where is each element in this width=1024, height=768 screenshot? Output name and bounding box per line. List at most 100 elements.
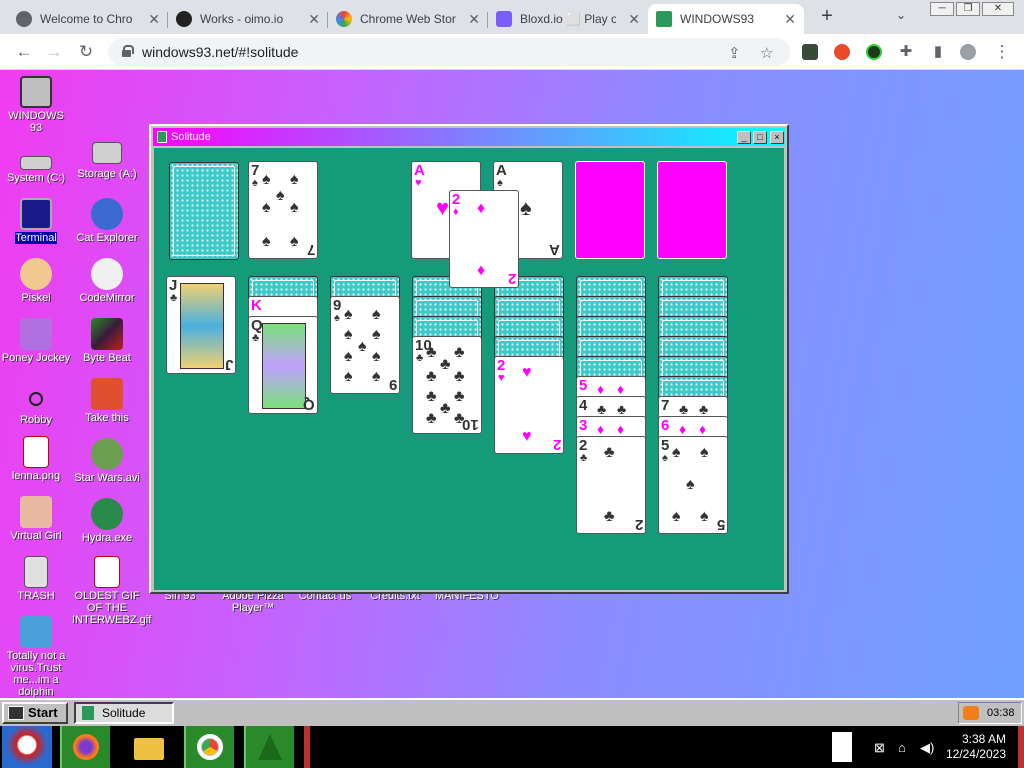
card-rank: 7 bbox=[251, 162, 260, 179]
window-maximize-button[interactable]: □ bbox=[753, 131, 767, 144]
extension-tomato-icon[interactable] bbox=[834, 44, 850, 60]
tab-bloxd[interactable]: Bloxd.io ⬜ Play on ✕ bbox=[488, 4, 648, 34]
tab-webstore[interactable]: Chrome Web Stor ✕ bbox=[328, 4, 488, 34]
new-tab-button[interactable]: + bbox=[816, 6, 838, 28]
desktop-icon-take-this[interactable]: Take this bbox=[72, 378, 142, 424]
spade-pip-icon: ♠ bbox=[686, 476, 695, 493]
back-icon[interactable]: ← bbox=[14, 42, 34, 62]
card-rank-bottom: Q bbox=[303, 396, 315, 413]
tab-oimo[interactable]: Works - oimo.io ✕ bbox=[168, 4, 328, 34]
desktop-icon-label: Poney Jockey bbox=[1, 352, 71, 364]
foundation-empty-slot[interactable] bbox=[657, 161, 727, 259]
tab-welcome[interactable]: Welcome to Chro ✕ bbox=[8, 4, 168, 34]
desktop-icon-hydra[interactable]: Hydra.exe bbox=[72, 498, 142, 544]
window-title-bar[interactable]: Solitude _ □ × bbox=[153, 128, 785, 146]
tab-close-icon[interactable]: ✕ bbox=[308, 11, 320, 28]
firefox-taskbar-icon[interactable] bbox=[60, 726, 110, 768]
card-suit: ♠ bbox=[252, 177, 258, 189]
tableau-card[interactable]: 5 ♠ ♠ ♠ ♠ ♠ ♠ 5 bbox=[658, 436, 728, 534]
tab-search-chevron-icon[interactable]: ⌄ bbox=[896, 8, 906, 22]
desktop-icon-star-wars[interactable]: Star Wars.avi bbox=[72, 438, 142, 484]
rss-icon[interactable] bbox=[963, 706, 979, 720]
share-icon[interactable]: ⇪ bbox=[728, 44, 741, 62]
tableau-card[interactable]: 2 ♥ ♥ ♥ 2 bbox=[494, 356, 564, 454]
restore-browser-button[interactable]: ❐ bbox=[956, 2, 980, 16]
desktop-icon-cat-explorer[interactable]: Cat Explorer bbox=[72, 198, 142, 244]
window-minimize-button[interactable]: _ bbox=[737, 131, 751, 144]
chrome-icon bbox=[197, 734, 223, 760]
unicorn-icon bbox=[91, 258, 123, 290]
url-text[interactable]: windows93.net/#!solitude bbox=[142, 44, 298, 60]
card-rank-bottom: J bbox=[224, 356, 233, 373]
extensions-puzzle-icon[interactable]: ✚ bbox=[896, 42, 916, 62]
side-panel-icon[interactable]: ▮ bbox=[928, 42, 948, 62]
tableau-card[interactable]: J ♣ J bbox=[166, 276, 236, 374]
desktop-icon-virtual-girl[interactable]: Virtual Girl bbox=[1, 496, 71, 542]
foundation-empty-slot[interactable] bbox=[575, 161, 645, 259]
minimize-browser-button[interactable]: ─ bbox=[930, 2, 954, 16]
club-pip-icon: ♣ bbox=[440, 356, 451, 373]
bookmark-star-icon[interactable]: ☆ bbox=[760, 44, 773, 62]
tableau-card[interactable]: 9 ♠ ♠ ♠ ♠ ♠ ♠ ♠ ♠ ♠ ♠ 9 bbox=[330, 296, 400, 394]
address-bar[interactable]: windows93.net/#!solitude ⇪ ☆ bbox=[108, 38, 790, 66]
window-close-button[interactable]: × bbox=[770, 131, 784, 144]
tab-close-icon[interactable]: ✕ bbox=[468, 11, 480, 28]
desktop-icon-lenna[interactable]: lenna.png bbox=[1, 436, 71, 482]
dragged-card[interactable]: 2 ♦ ♦ ♦ 2 bbox=[449, 190, 519, 288]
reload-icon[interactable]: ↻ bbox=[76, 42, 96, 62]
extension-alien-icon[interactable] bbox=[866, 44, 882, 60]
desktop-icon-byte-beat[interactable]: Byte Beat bbox=[72, 318, 142, 364]
desktop-icon-codemirror[interactable]: CodeMirror bbox=[72, 258, 142, 304]
profile-avatar-icon[interactable] bbox=[960, 44, 976, 60]
close-browser-button[interactable]: ✕ bbox=[982, 2, 1014, 16]
card-rank-bottom: 5 bbox=[716, 516, 725, 533]
tree-app-taskbar-icon[interactable] bbox=[244, 726, 294, 768]
card-rank-bottom: A bbox=[549, 241, 560, 258]
spade-pip-icon: ♠ bbox=[372, 368, 381, 385]
tab-close-icon[interactable]: ✕ bbox=[784, 11, 796, 28]
chrome-taskbar-icon[interactable] bbox=[184, 726, 234, 768]
tab-windows93[interactable]: WINDOWS93 ✕ bbox=[648, 4, 804, 34]
santa-app-icon[interactable] bbox=[2, 726, 52, 768]
waste-card[interactable]: 7 ♠ ♠ ♠ ♠ ♠ ♠ ♠ ♠ 7 bbox=[248, 161, 318, 259]
file-explorer-taskbar-icon[interactable] bbox=[124, 726, 174, 768]
desktop-icon-dolphin[interactable]: Totally not a virus.Trust me...im a dolp… bbox=[1, 616, 71, 698]
volume-icon[interactable]: ◀) bbox=[920, 740, 934, 756]
desktop-icon-trash[interactable]: TRASH bbox=[1, 556, 71, 602]
desktop-icon-terminal[interactable]: Terminal bbox=[1, 198, 71, 244]
desktop-icon-storage[interactable]: Storage (A:) bbox=[72, 136, 142, 180]
desktop-icon-label: WINDOWS 93 bbox=[8, 110, 64, 134]
card-rank: 6 bbox=[661, 417, 670, 434]
tableau-card[interactable]: Q ♣ Q bbox=[248, 316, 318, 414]
tab-close-icon[interactable]: ✕ bbox=[628, 11, 640, 28]
desktop-icon-poney-jockey[interactable]: Poney Jockey bbox=[1, 318, 71, 364]
desktop-icon-windows93[interactable]: WINDOWS 93 bbox=[1, 76, 71, 134]
desktop-icon-robby[interactable]: Robby bbox=[1, 386, 71, 426]
tab-close-icon[interactable]: ✕ bbox=[148, 11, 160, 28]
network-error-icon[interactable]: ⊠ bbox=[874, 740, 885, 756]
desktop-icon-system[interactable]: System (C:) bbox=[1, 146, 71, 184]
show-desktop-button[interactable] bbox=[832, 732, 852, 762]
take-this-icon bbox=[91, 378, 123, 410]
club-pip-icon: ♣ bbox=[426, 388, 437, 405]
taskbar-window-solitude[interactable]: Solitude bbox=[74, 702, 174, 724]
spade-pip-icon: ♠ bbox=[344, 326, 353, 343]
card-rank: K bbox=[251, 297, 262, 314]
desktop-icon-piskel[interactable]: Piskel bbox=[1, 258, 71, 304]
os-clock[interactable]: 3:38 AM 12/24/2023 bbox=[946, 732, 1006, 762]
clock-date: 12/24/2023 bbox=[945, 747, 1006, 761]
system-tray: 03:38 bbox=[958, 702, 1022, 724]
club-pip-icon: ♣ bbox=[679, 401, 689, 417]
tableau-card[interactable]: 10 ♣ ♣ ♣ ♣ ♣ ♣ ♣ ♣ ♣ ♣ ♣ 10 bbox=[412, 336, 482, 434]
power-plug-icon[interactable]: ⌂ bbox=[898, 740, 906, 755]
menu-kebab-icon[interactable]: ⋮ bbox=[992, 42, 1012, 62]
forward-icon[interactable]: → bbox=[44, 42, 64, 62]
start-button[interactable]: Start bbox=[2, 702, 68, 724]
card-suit: ♣ bbox=[170, 292, 178, 304]
desktop-icon-oldest-gif[interactable]: OLDEST GIF OF THE INTERWEBZ.gif bbox=[72, 556, 151, 626]
extension-minecraft-icon[interactable] bbox=[802, 44, 818, 60]
heart-pip-icon: ♥ bbox=[522, 364, 532, 381]
club-pip-icon: ♣ bbox=[699, 401, 709, 417]
stock-pile[interactable] bbox=[169, 162, 239, 260]
tableau-card[interactable]: 2 ♣ ♣ ♣ 2 bbox=[576, 436, 646, 534]
